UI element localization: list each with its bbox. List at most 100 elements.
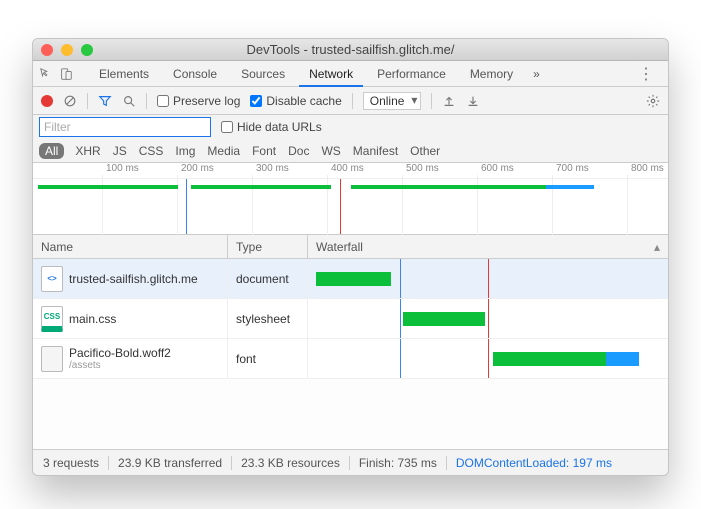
col-waterfall-label: Waterfall	[316, 240, 363, 254]
type-filter-js[interactable]: JS	[112, 143, 128, 159]
divider	[431, 93, 432, 109]
request-name: main.css	[69, 312, 116, 326]
tab-sources[interactable]: Sources	[231, 61, 295, 87]
preserve-log-label: Preserve log	[173, 94, 240, 108]
type-filter-all[interactable]: All	[39, 143, 64, 159]
status-transferred: 23.9 KB transferred	[118, 456, 222, 470]
hide-data-urls-label: Hide data URLs	[237, 120, 322, 134]
close-icon[interactable]	[41, 44, 53, 56]
table-row[interactable]: <> trusted-sailfish.glitch.me document	[33, 259, 668, 299]
dcl-line	[400, 339, 401, 378]
throttle-select[interactable]: Online	[363, 92, 422, 110]
search-icon[interactable]	[122, 94, 136, 108]
dcl-line	[186, 179, 187, 234]
type-filter-ws[interactable]: WS	[320, 143, 341, 159]
device-icon[interactable]	[59, 67, 73, 81]
dcl-line	[400, 259, 401, 298]
type-filter-css[interactable]: CSS	[138, 143, 165, 159]
timeline-bar	[546, 185, 594, 189]
tab-memory[interactable]: Memory	[460, 61, 523, 87]
tab-console[interactable]: Console	[163, 61, 227, 87]
filter-row: Hide data URLs	[33, 115, 668, 139]
tab-elements[interactable]: Elements	[89, 61, 159, 87]
tick: 800 ms	[631, 163, 664, 174]
tick: 400 ms	[331, 163, 364, 174]
gear-icon[interactable]	[646, 94, 660, 108]
filter-icon[interactable]	[98, 94, 112, 108]
divider	[231, 456, 232, 470]
dcl-line	[400, 299, 401, 338]
timeline-bar	[38, 185, 178, 189]
col-name[interactable]: Name	[33, 235, 228, 258]
devtools-window: DevTools - trusted-sailfish.glitch.me/ E…	[32, 38, 669, 476]
request-name: trusted-sailfish.glitch.me	[69, 272, 198, 286]
type-filter-other[interactable]: Other	[409, 143, 441, 159]
preserve-log-checkbox[interactable]: Preserve log	[157, 94, 240, 108]
inspect-icon[interactable]	[39, 67, 53, 81]
hide-data-urls-checkbox[interactable]: Hide data URLs	[221, 120, 322, 134]
tick: 200 ms	[181, 163, 214, 174]
divider	[352, 93, 353, 109]
traffic-lights	[41, 44, 93, 56]
tab-network[interactable]: Network	[299, 61, 363, 87]
tab-performance[interactable]: Performance	[367, 61, 456, 87]
timeline-overview[interactable]: 100 ms 200 ms 300 ms 400 ms 500 ms 600 m…	[33, 163, 668, 235]
load-line	[488, 259, 489, 298]
request-type: stylesheet	[228, 299, 308, 338]
more-tabs-icon[interactable]: »	[533, 67, 540, 81]
type-filter-media[interactable]: Media	[206, 143, 241, 159]
type-filter-doc[interactable]: Doc	[287, 143, 310, 159]
document-icon: <>	[41, 266, 63, 292]
waterfall-bar	[493, 352, 606, 366]
divider	[146, 93, 147, 109]
tick: 700 ms	[556, 163, 589, 174]
upload-icon[interactable]	[442, 94, 456, 108]
request-type: font	[228, 339, 308, 378]
table-row[interactable]: Pacifico-Bold.woff2 /assets font	[33, 339, 668, 379]
tick: 300 ms	[256, 163, 289, 174]
divider	[87, 93, 88, 109]
type-filter-manifest[interactable]: Manifest	[352, 143, 399, 159]
grid-empty	[33, 379, 668, 449]
load-line	[488, 339, 489, 378]
requests-grid: Name Type Waterfall ▴ <> trusted-sailfis…	[33, 235, 668, 449]
load-line	[488, 299, 489, 338]
hide-data-urls-input[interactable]	[221, 121, 233, 133]
clear-icon[interactable]	[63, 94, 77, 108]
titlebar: DevTools - trusted-sailfish.glitch.me/	[33, 39, 668, 61]
type-filter-img[interactable]: Img	[174, 143, 196, 159]
timeline-bar	[191, 185, 331, 189]
type-filter-font[interactable]: Font	[251, 143, 277, 159]
type-filter-row: All XHR JS CSS Img Media Font Doc WS Man…	[33, 139, 668, 163]
grid-header: Name Type Waterfall ▴	[33, 235, 668, 259]
type-filter-xhr[interactable]: XHR	[74, 143, 101, 159]
disable-cache-checkbox[interactable]: Disable cache	[250, 94, 341, 108]
load-line	[340, 179, 341, 234]
record-button[interactable]	[41, 95, 53, 107]
font-icon	[41, 346, 63, 372]
minimize-icon[interactable]	[61, 44, 73, 56]
request-name: Pacifico-Bold.woff2	[69, 346, 171, 360]
col-type[interactable]: Type	[228, 235, 308, 258]
waterfall-bar	[403, 312, 485, 326]
table-row[interactable]: CSS main.css stylesheet	[33, 299, 668, 339]
filter-input[interactable]	[39, 117, 211, 137]
divider	[446, 456, 447, 470]
divider	[108, 456, 109, 470]
tick: 100 ms	[106, 163, 139, 174]
status-bar: 3 requests 23.9 KB transferred 23.3 KB r…	[33, 449, 668, 475]
waterfall-bar	[606, 352, 639, 366]
css-icon: CSS	[41, 306, 63, 332]
preserve-log-input[interactable]	[157, 95, 169, 107]
zoom-icon[interactable]	[81, 44, 93, 56]
col-waterfall[interactable]: Waterfall ▴	[308, 235, 668, 258]
disable-cache-label: Disable cache	[266, 94, 341, 108]
network-toolbar: Preserve log Disable cache Online	[33, 87, 668, 115]
download-icon[interactable]	[466, 94, 480, 108]
window-title: DevTools - trusted-sailfish.glitch.me/	[33, 42, 668, 57]
tick: 500 ms	[406, 163, 439, 174]
kebab-menu-icon[interactable]: ⋮	[630, 64, 662, 84]
disable-cache-input[interactable]	[250, 95, 262, 107]
waterfall-bar	[316, 272, 391, 286]
status-dcl: DOMContentLoaded: 197 ms	[456, 456, 612, 470]
